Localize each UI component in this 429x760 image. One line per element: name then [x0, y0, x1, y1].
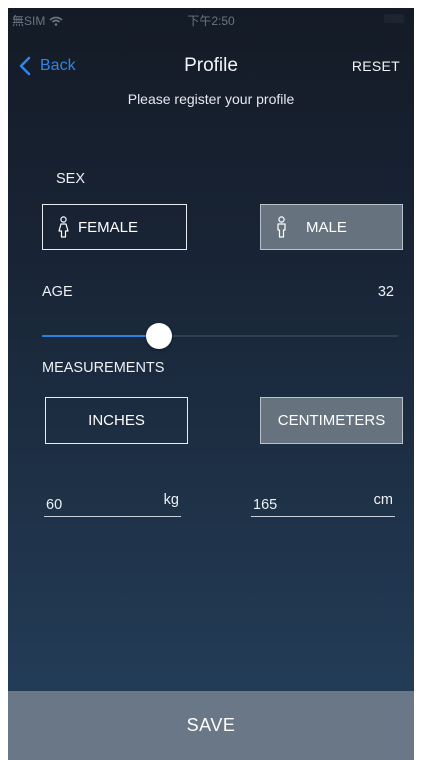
measurements-label: MEASUREMENTS [42, 360, 165, 376]
save-button[interactable]: SAVE [8, 691, 414, 760]
male-button[interactable]: MALE [260, 204, 403, 250]
slider-fill [42, 335, 160, 337]
height-value: 165 [253, 497, 278, 513]
age-slider[interactable] [42, 322, 398, 350]
weight-field[interactable]: 60 kg [44, 488, 181, 517]
height-unit: cm [373, 492, 393, 508]
status-time: 下午2:50 [187, 14, 235, 28]
page-subtitle: Please register your profile [127, 91, 295, 107]
age-label: AGE [42, 284, 73, 300]
battery-icon [384, 14, 404, 23]
profile-screen: 無SIM 下午2:50 Back Profile RESET Please re… [8, 8, 414, 760]
person-male-icon [277, 216, 286, 238]
height-field[interactable]: 165 cm [251, 488, 395, 517]
age-value: 32 [377, 284, 394, 300]
nav-bar: Back Profile RESET [8, 52, 414, 84]
centimeters-button[interactable]: CENTIMETERS [260, 397, 403, 444]
female-label: FEMALE [78, 218, 139, 236]
reset-button[interactable]: RESET [352, 58, 400, 74]
inches-button[interactable]: INCHES [45, 397, 188, 444]
male-label: MALE [306, 218, 347, 236]
sex-label: SEX [56, 171, 86, 187]
weight-value: 60 [46, 497, 63, 513]
status-bar: 無SIM 下午2:50 [8, 8, 414, 30]
person-female-icon [58, 216, 69, 238]
slider-thumb[interactable] [146, 323, 173, 349]
weight-unit: kg [163, 492, 179, 508]
female-button[interactable]: FEMALE [42, 204, 187, 250]
